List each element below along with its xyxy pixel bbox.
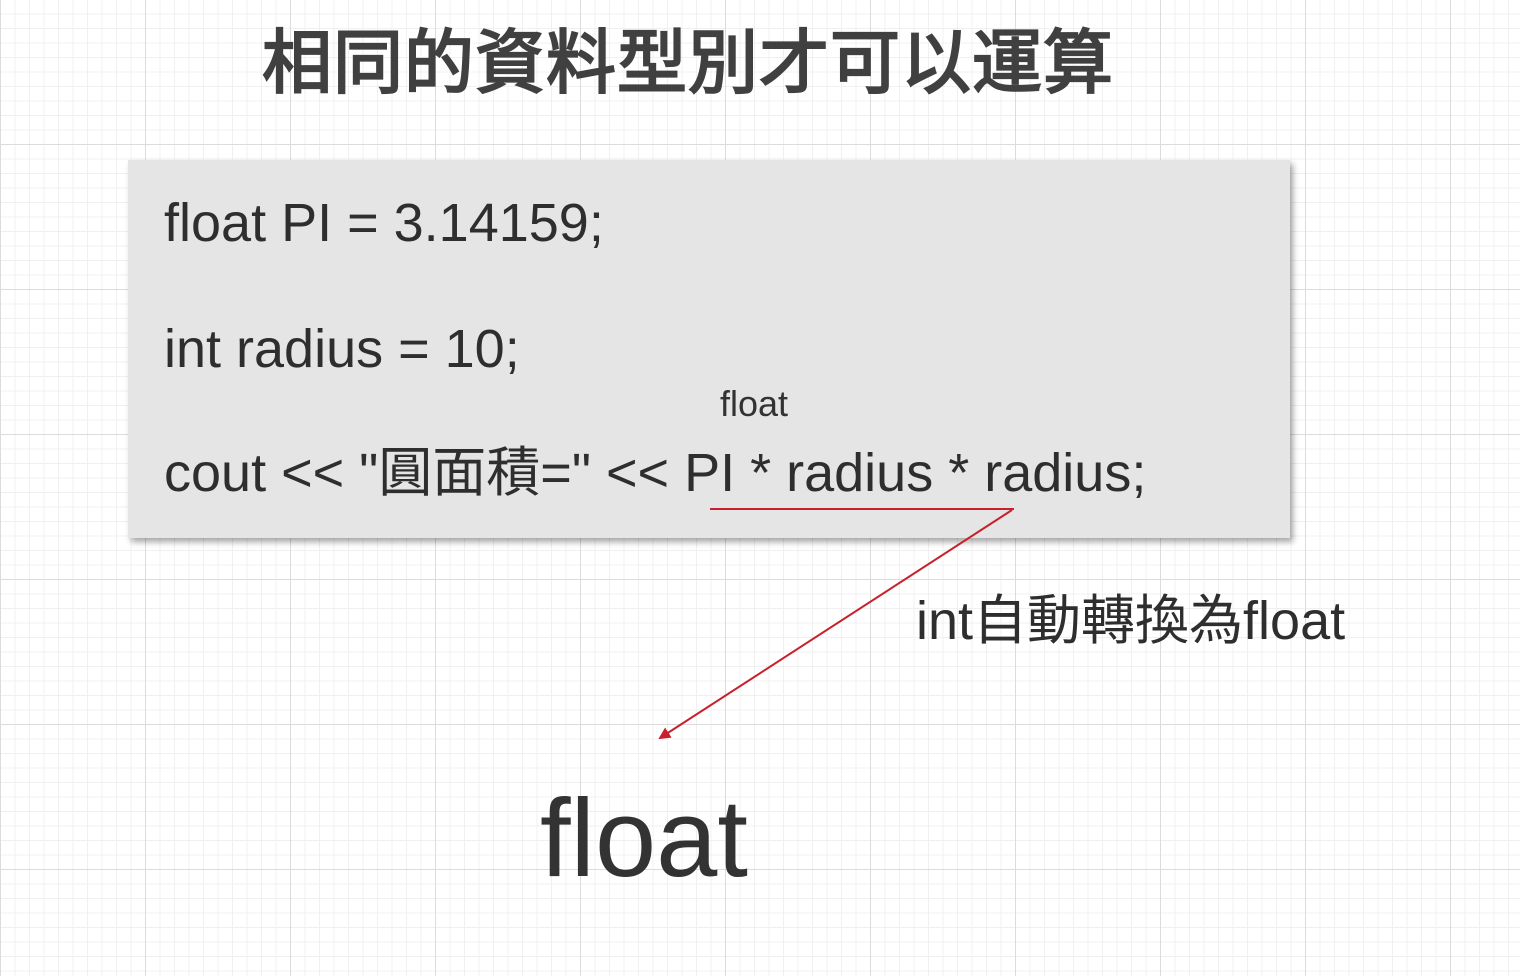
highlighted-expression: PI * radius xyxy=(684,443,934,503)
code-block: float PI = 3.14159; int radius = 10; cou… xyxy=(128,160,1290,538)
code-line-int-radius: int radius = 10; xyxy=(164,319,520,379)
code-line-cout-suffix: * radius; xyxy=(933,443,1147,503)
code-line-cout: cout << "圓面積=" << PI * radius * radius; xyxy=(164,446,1146,500)
expression-type-label: float xyxy=(720,383,789,424)
slide-title: 相同的資料型別才可以運算 xyxy=(262,22,1114,104)
result-type-label: float xyxy=(540,777,748,900)
code-line-cout-prefix: cout << "圓面積=" << xyxy=(164,443,685,503)
code-line-float-pi: float PI = 3.14159; xyxy=(164,193,604,253)
conversion-note: int自動轉換為float xyxy=(916,591,1346,651)
